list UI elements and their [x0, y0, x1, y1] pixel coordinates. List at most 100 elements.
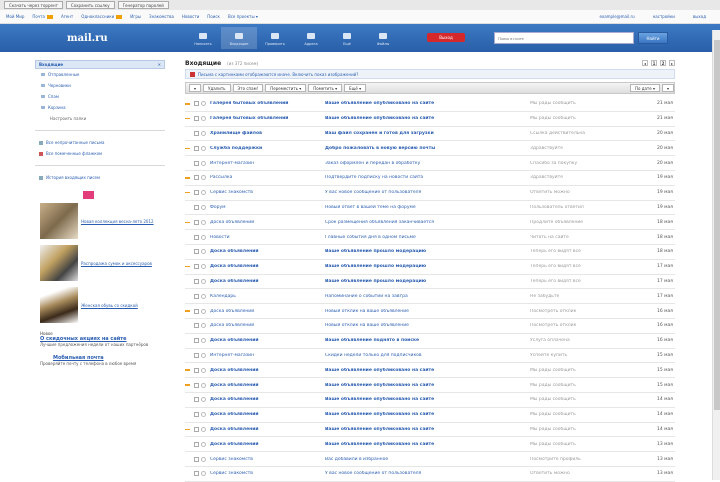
read-status-icon[interactable]	[201, 101, 206, 107]
message-row[interactable]: Доска объявлений Новый отклик на ваше объ…	[185, 304, 675, 319]
read-status-icon[interactable]	[201, 160, 206, 166]
message-subject[interactable]: Ваше объявление опубликовано на сайте	[325, 383, 530, 388]
read-status-icon[interactable]	[201, 352, 206, 358]
message-checkbox[interactable]	[194, 175, 199, 181]
flag-marker[interactable]	[185, 369, 192, 371]
history-link[interactable]: История входящих писем	[35, 172, 165, 183]
nav-contacts[interactable]: Адреса	[293, 27, 329, 49]
message-row[interactable]: Доска объявлений Ваше объявление прошло м…	[185, 275, 675, 290]
message-subject[interactable]: Главные события дня в одном письме	[325, 235, 530, 240]
message-sender[interactable]: Форум	[210, 205, 325, 210]
message-sender[interactable]: Доска объявлений	[210, 323, 325, 328]
flag-marker[interactable]	[185, 177, 192, 179]
message-sender[interactable]: Доска объявлений	[210, 368, 325, 373]
browser-tab[interactable]: Скачать через торрент	[4, 1, 63, 9]
flag-marker[interactable]	[185, 428, 192, 431]
message-sender[interactable]: Доска объявлений	[210, 309, 325, 314]
message-checkbox[interactable]	[194, 204, 199, 210]
read-status-icon[interactable]	[201, 412, 206, 418]
pager-page[interactable]: 2	[660, 60, 666, 66]
more-button[interactable]: Ещё ▾	[344, 84, 367, 92]
portal-link[interactable]: Все проекты ▾	[228, 14, 258, 19]
message-checkbox[interactable]	[194, 471, 199, 477]
message-sender[interactable]: Рассылка	[210, 175, 325, 180]
nav-more[interactable]: Ещё	[329, 27, 365, 49]
flag-marker[interactable]	[185, 221, 192, 224]
message-checkbox[interactable]	[194, 412, 199, 418]
message-row[interactable]: Доска объявлений Ваше объявление прошло м…	[185, 245, 675, 260]
message-row[interactable]: Доска объявлений Ваше объявление опублико…	[185, 408, 675, 423]
message-sender[interactable]: Доска объявлений	[210, 427, 325, 432]
read-status-icon[interactable]	[201, 426, 206, 432]
message-row[interactable]: Интернет-магазин Заказ оформлен и передан…	[185, 156, 675, 171]
message-row[interactable]: Доска объявлений Ваше объявление прошло м…	[185, 260, 675, 275]
close-icon[interactable]: ✕	[158, 62, 161, 67]
message-row[interactable]: Рассылка Подтвердите подписку на новости …	[185, 171, 675, 186]
read-status-icon[interactable]	[201, 234, 206, 240]
message-sender[interactable]: Интернет-магазин	[210, 161, 325, 166]
portal-link[interactable]: Агент	[61, 14, 73, 19]
message-subject[interactable]: Ваш файл сохранён и готов для загрузки	[325, 131, 530, 136]
nav-check[interactable]: Проверить	[257, 27, 293, 49]
message-row[interactable]: Календарь Напоминание о событии на завтра…	[185, 289, 675, 305]
message-row[interactable]: Сервис знакомств У вас новое сообщение от…	[185, 186, 675, 201]
mark-button[interactable]: Пометить ▾	[308, 84, 343, 92]
flag-marker[interactable]	[185, 103, 192, 105]
message-checkbox[interactable]	[194, 441, 199, 447]
folder-drafts[interactable]: Черновики	[35, 80, 165, 91]
message-sender[interactable]: Хранилище файлов	[210, 131, 325, 136]
message-subject[interactable]: У вас новое сообщение от пользователя	[325, 190, 530, 195]
select-all-dropdown[interactable]: ▾	[189, 84, 202, 92]
message-sender[interactable]: Служба поддержки	[210, 146, 325, 151]
user-email[interactable]: example@mail.ru	[599, 14, 634, 19]
nav-compose[interactable]: Написать	[185, 27, 221, 49]
message-sender[interactable]: Доска объявлений	[210, 397, 325, 402]
message-subject[interactable]: Ваше объявление опубликовано на сайте	[325, 368, 530, 373]
portal-link[interactable]: Поиск	[207, 14, 220, 19]
flag-marker[interactable]	[185, 191, 192, 194]
message-sender[interactable]: Сервис знакомств	[210, 471, 325, 476]
logo[interactable]: mail.ru	[65, 30, 108, 46]
message-checkbox[interactable]	[194, 397, 199, 403]
message-checkbox[interactable]	[194, 249, 199, 255]
read-status-icon[interactable]	[201, 278, 206, 284]
search-button[interactable]: Найти	[638, 32, 668, 44]
notice-bar[interactable]: Письма с картинками отображаются иначе. …	[185, 69, 675, 79]
message-sender[interactable]: Галерея бытовых объявлений	[210, 116, 325, 121]
portal-link[interactable]: Игры	[130, 14, 141, 19]
nav-inbox[interactable]: Входящие	[221, 27, 257, 49]
message-sender[interactable]: Календарь	[210, 294, 325, 299]
flagged-filter[interactable]: Все помеченные флажком	[35, 148, 165, 159]
pager-prev[interactable]: ◂	[642, 60, 648, 66]
message-row[interactable]: Доска объявлений Новый отклик на ваше объ…	[185, 319, 675, 334]
read-status-icon[interactable]	[201, 116, 206, 122]
message-subject[interactable]: Скидки недели только для подписчиков	[325, 353, 530, 358]
setup-folders-link[interactable]: Настроить папки	[35, 113, 165, 124]
message-sender[interactable]: Интернет-магазин	[210, 353, 325, 358]
settings-link[interactable]: настройки	[653, 14, 675, 19]
message-checkbox[interactable]	[194, 323, 199, 329]
message-subject[interactable]: У вас новое сообщение от пользователя	[325, 471, 530, 476]
ad-link[interactable]: Новая коллекция весна-лето 2012	[81, 219, 154, 224]
portal-link[interactable]: Почта	[32, 14, 53, 19]
flag-marker[interactable]	[185, 384, 192, 386]
scrollbar-thumb[interactable]	[714, 40, 720, 410]
message-sender[interactable]: Новости	[210, 235, 325, 240]
message-checkbox[interactable]	[194, 190, 199, 196]
spam-button[interactable]: Это спам!	[232, 84, 264, 92]
message-row[interactable]: Сервис знакомств Вас добавили в избранное…	[185, 452, 675, 467]
message-sender[interactable]: Доска объявлений	[210, 338, 325, 343]
message-subject[interactable]: Срок размещения объявления заканчивается	[325, 220, 530, 225]
message-checkbox[interactable]	[194, 219, 199, 225]
message-row[interactable]: Интернет-магазин Скидки недели только для…	[185, 349, 675, 364]
read-status-icon[interactable]	[201, 190, 206, 196]
message-subject[interactable]: Ваше объявление опубликовано на сайте	[325, 397, 530, 402]
message-row[interactable]: Доска объявлений Ваше объявление опублико…	[185, 393, 675, 408]
message-subject[interactable]: Новый отклик на ваше объявление	[325, 309, 530, 314]
folder-inbox[interactable]: Входящие ✕	[35, 60, 165, 69]
folder-trash[interactable]: Корзина	[35, 102, 165, 113]
message-sender[interactable]: Доска объявлений	[210, 264, 325, 269]
message-subject[interactable]: Добро пожаловать в новую версию почты	[325, 146, 530, 151]
search-input[interactable]	[494, 32, 634, 44]
read-status-icon[interactable]	[201, 456, 206, 462]
